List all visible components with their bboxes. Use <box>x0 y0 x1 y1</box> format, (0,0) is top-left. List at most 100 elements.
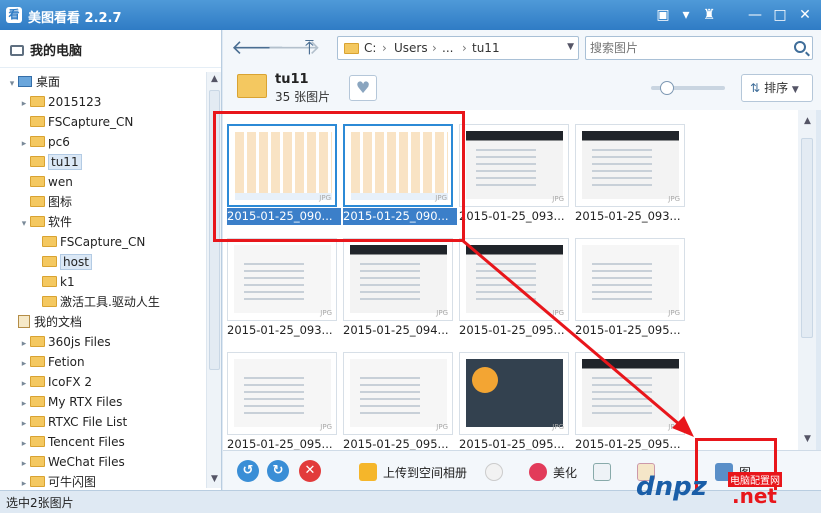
favorite-heart-icon[interactable]: ♥ <box>349 75 377 101</box>
search-box[interactable] <box>585 36 813 60</box>
collapse-arrow-icon[interactable]: ▸ <box>18 334 30 354</box>
thumbnail-image[interactable]: JPG <box>575 352 685 435</box>
tree-item[interactable]: FSCapture_CN <box>0 112 205 132</box>
collapse-arrow-icon[interactable]: ▸ <box>18 414 30 434</box>
collapse-arrow-icon[interactable]: ▸ <box>18 434 30 454</box>
folder-icon <box>30 96 45 107</box>
thumbnail-caption: 2015-01-25_095... <box>227 437 333 450</box>
close-icon[interactable]: ✕ <box>796 6 814 24</box>
search-icon[interactable] <box>794 41 806 53</box>
rotate-left-icon[interactable]: ↺ <box>237 460 259 482</box>
tree-item[interactable]: 激活工具.驱动人生 <box>0 292 205 312</box>
grid-scrollbar[interactable]: ▲ ▼ <box>798 110 816 450</box>
rotate-right-icon[interactable]: ↻ <box>267 460 289 482</box>
zoom-slider-knob[interactable] <box>659 81 674 95</box>
scroll-up-icon[interactable]: ▲ <box>800 114 815 129</box>
weibo-share-button[interactable] <box>485 463 509 481</box>
thumbnail-item[interactable]: JPG 2015-01-25_093... <box>575 124 685 225</box>
collapse-arrow-icon[interactable]: ▸ <box>18 374 30 394</box>
collapse-arrow-icon[interactable]: ▸ <box>18 354 30 374</box>
zoom-slider[interactable] <box>651 81 725 95</box>
tree-item-label: k1 <box>60 275 75 289</box>
delete-icon[interactable]: ✕ <box>299 460 321 482</box>
thumbnail-item[interactable]: JPG 2015-01-25_095... <box>575 352 685 450</box>
thumbnail-item[interactable]: JPG 2015-01-25_094... <box>343 238 453 339</box>
expand-arrow-icon[interactable]: ▾ <box>6 74 18 94</box>
thumbnail-content-lines <box>360 263 420 303</box>
jpg-badge: JPG <box>668 309 680 317</box>
collapse-arrow-icon[interactable]: ▸ <box>18 454 30 474</box>
watermark-logo-text: dnpz <box>636 472 707 502</box>
menu-icon[interactable]: ▾ <box>677 6 695 24</box>
thumbnail-item[interactable]: JPG 2015-01-25_095... <box>227 352 337 450</box>
path-bar[interactable]: C: › Users › ... › tu11 ▼ <box>337 36 579 60</box>
scroll-down-icon[interactable]: ▼ <box>207 472 222 487</box>
thumbnail-image[interactable]: JPG <box>343 238 453 321</box>
thumbnail-preview <box>582 359 679 427</box>
tree-item-label: Tencent Files <box>48 435 125 449</box>
sidebar-header[interactable]: 我的电脑 <box>0 30 221 68</box>
tree-item[interactable]: ▸ My RTX Files <box>0 392 205 412</box>
maximize-icon[interactable]: □ <box>771 6 789 24</box>
tree-item[interactable]: FSCapture_CN <box>0 232 205 252</box>
path-dropdown-icon[interactable]: ▼ <box>567 42 574 52</box>
computer-icon <box>10 45 24 56</box>
tree-item[interactable]: 图标 <box>0 192 205 212</box>
minimize-icon[interactable]: — <box>746 6 764 24</box>
tree-item[interactable]: ▾ 桌面 <box>0 72 205 92</box>
tree-item[interactable]: ▸ Tencent Files <box>0 432 205 452</box>
tree-item[interactable]: host <box>0 252 205 272</box>
tree-item[interactable]: ▸ Fetion <box>0 352 205 372</box>
thumbnail-image[interactable]: JPG <box>227 352 337 435</box>
path-segment[interactable]: C: <box>364 41 376 55</box>
thumbnail-image[interactable]: JPG <box>575 238 685 321</box>
collapse-arrow-icon[interactable]: ▸ <box>18 134 30 154</box>
status-text: 选中2张图片 <box>6 496 74 510</box>
tree-item[interactable]: ▾ 软件 <box>0 212 205 232</box>
collapse-arrow-icon[interactable]: ▸ <box>18 94 30 114</box>
tree-item[interactable]: ▸ 可牛闪图 <box>0 472 205 492</box>
tree-item[interactable]: ▸ 2015123 <box>0 92 205 112</box>
folder-icon <box>42 296 57 307</box>
tree-item[interactable]: ▸ WeChat Files <box>0 452 205 472</box>
scroll-thumb[interactable] <box>801 138 813 338</box>
slideshow-button[interactable] <box>593 463 617 481</box>
expand-arrow-icon[interactable]: ▾ <box>18 214 30 234</box>
path-segment[interactable]: tu11 <box>472 41 500 55</box>
path-segment[interactable]: Users <box>394 41 428 55</box>
jpg-badge: JPG <box>436 423 448 431</box>
tree-item[interactable]: ▸ RTXC File List <box>0 412 205 432</box>
jpg-badge: JPG <box>552 423 564 431</box>
path-segment[interactable]: ... <box>442 41 453 55</box>
up-folder-icon[interactable]: ⤒ <box>305 36 314 58</box>
sort-button[interactable]: ⇅ 排序 ▼ <box>741 74 813 102</box>
tree-item[interactable]: tu11 <box>0 152 205 172</box>
thumbnail-image[interactable]: JPG <box>227 238 337 321</box>
thumbnail-item[interactable]: JPG 2015-01-25_095... <box>459 352 569 450</box>
tree-item[interactable]: wen <box>0 172 205 192</box>
thumbnail-item[interactable]: JPG 2015-01-25_093... <box>459 124 569 225</box>
tree-item[interactable]: ▸ IcoFX 2 <box>0 372 205 392</box>
folder-icon <box>30 416 45 427</box>
beautify-button[interactable]: 美化 <box>529 463 577 481</box>
tree-item[interactable]: k1 <box>0 272 205 292</box>
thumbnail-item[interactable]: JPG 2015-01-25_095... <box>459 238 569 339</box>
shirt-icon[interactable]: ♜ <box>700 6 718 24</box>
thumbnail-item[interactable]: JPG 2015-01-25_093... <box>227 238 337 339</box>
upload-album-button[interactable]: 上传到空间相册 <box>359 463 467 481</box>
thumbnail-item[interactable]: JPG 2015-01-25_095... <box>575 238 685 339</box>
tree-item[interactable]: ▸ 360js Files <box>0 332 205 352</box>
thumbnail-image[interactable]: JPG <box>459 124 569 207</box>
thumbnail-image[interactable]: JPG <box>459 238 569 321</box>
thumbnail-image[interactable]: JPG <box>343 352 453 435</box>
speech-icon[interactable]: ▣ <box>654 6 672 24</box>
scroll-down-icon[interactable]: ▼ <box>800 432 815 447</box>
collapse-arrow-icon[interactable]: ▸ <box>18 394 30 414</box>
thumbnail-item[interactable]: JPG 2015-01-25_095... <box>343 352 453 450</box>
scroll-up-icon[interactable]: ▲ <box>207 72 222 87</box>
thumbnail-image[interactable]: JPG <box>459 352 569 435</box>
search-input[interactable] <box>590 40 780 56</box>
tree-item[interactable]: 我的文档 <box>0 312 205 332</box>
thumbnail-image[interactable]: JPG <box>575 124 685 207</box>
tree-item[interactable]: ▸ pc6 <box>0 132 205 152</box>
